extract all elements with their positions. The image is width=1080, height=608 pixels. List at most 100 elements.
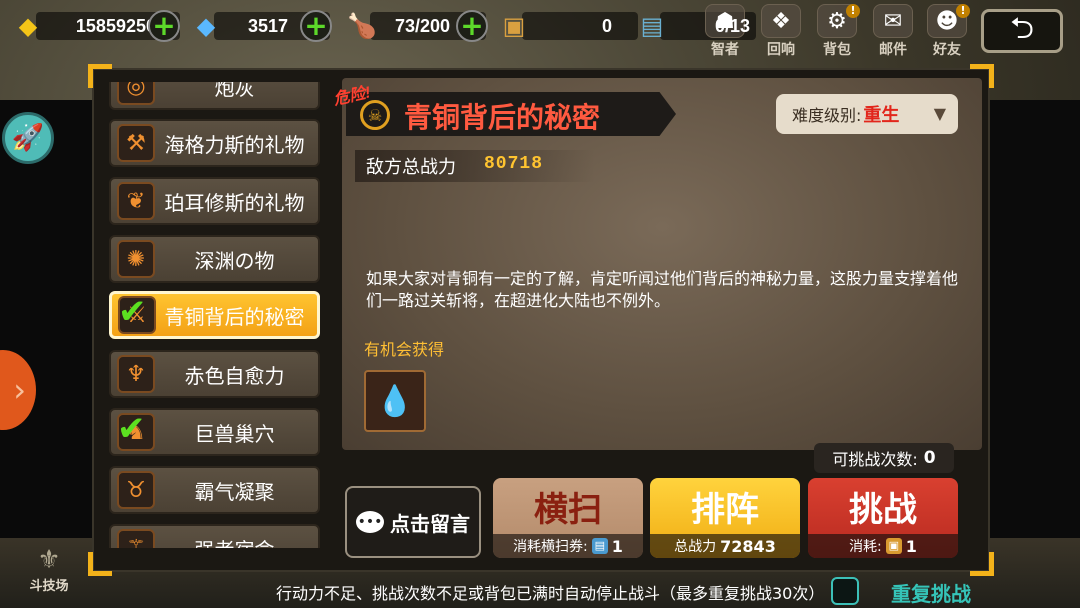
- stage-name: 深渊の物: [194, 248, 275, 273]
- difficulty-value: 重生: [863, 105, 900, 126]
- fang-icon: ♆: [117, 355, 155, 393]
- stage-name: 强者宿命: [155, 534, 318, 549]
- diamond-counter: ◆ 3517 +: [190, 6, 332, 46]
- arena-button[interactable]: ⚜ 斗技场: [14, 545, 84, 594]
- add-stamina-button[interactable]: +: [456, 10, 488, 42]
- stage-item[interactable]: ◎ 炮灰: [109, 82, 320, 110]
- target-icon: ◎: [117, 82, 155, 105]
- chevron-right-icon: ›: [13, 371, 26, 409]
- horn-icon: ♉: [117, 471, 155, 509]
- stage-description: 如果大家对青铜有一定的了解，肯定听闻过他们背后的神秘力量，这股力量支撑着他们一路…: [366, 269, 959, 310]
- attempts-value: 0: [923, 448, 936, 468]
- menu-friends[interactable]: ☻ ! 好友: [922, 4, 972, 58]
- stage-item[interactable]: ✺ 深渊の物: [109, 235, 320, 283]
- sweep-cost-value: 1: [611, 536, 623, 556]
- stage-list[interactable]: ◎ 炮灰 ⚒ 海格力斯的礼物 ❦ 珀耳修斯的礼物 ✺ 深渊の物 ⚔ ✔ 青铜背后的…: [106, 82, 326, 548]
- menu-bag[interactable]: ⚙ ! 背包: [812, 4, 862, 58]
- stage-title: 青铜背后的秘密: [404, 101, 601, 134]
- stage-name: 赤色自愈力: [184, 363, 285, 388]
- skull-icon: ☠: [360, 100, 390, 130]
- checkmark-icon: ✔: [118, 292, 147, 332]
- repeat-challenge-checkbox[interactable]: [831, 577, 859, 605]
- beast-icon: ♞ ✔: [117, 409, 155, 451]
- menu-friends-label: 好友: [933, 42, 961, 58]
- menu-echo-label: 回响: [767, 42, 795, 58]
- gold-value: 15859250: [75, 16, 156, 36]
- stage-item[interactable]: ♆ 赤色自愈力: [109, 350, 320, 398]
- stage-item[interactable]: ⚚ 强者宿命: [109, 524, 320, 548]
- sun-icon: ✺: [117, 240, 155, 278]
- diamond-value: 3517: [247, 16, 288, 36]
- stage-name: 青铜背后的秘密: [164, 304, 305, 329]
- leave-message-button[interactable]: ••• 点击留言: [345, 486, 481, 558]
- auto-stop-notice: 行动力不足、挑战次数不足或背包已满时自动停止战斗（最多重复挑战30次）: [276, 584, 825, 603]
- stage-item[interactable]: ♞ ✔ 巨兽巢穴: [109, 408, 320, 456]
- menu-sage-label: 智者: [711, 42, 739, 58]
- back-button[interactable]: ⮌: [981, 9, 1063, 53]
- reward-item[interactable]: 💧: [364, 370, 426, 432]
- bronze-icon: ⚔ ✔: [118, 292, 156, 334]
- gold-icon: ◆: [18, 12, 38, 40]
- stage-name: 巨兽巢穴: [194, 421, 275, 446]
- rocket-icon: 🚀: [11, 123, 45, 153]
- challenge-button[interactable]: 挑战 消耗: ▣ 1: [808, 478, 958, 558]
- return-arrow-icon: ⮌: [1009, 10, 1035, 46]
- ticket-counter: ▣ 0: [498, 6, 638, 46]
- ticket-value: 0: [601, 16, 612, 36]
- stage-name: 霸气凝聚: [194, 479, 275, 504]
- menu-mail-label: 邮件: [879, 42, 907, 58]
- arena-label: 斗技场: [29, 579, 69, 594]
- stage-item[interactable]: ♉ 霸气凝聚: [109, 466, 320, 514]
- stamina-value: 73/200: [394, 16, 450, 36]
- sweep-button[interactable]: 横扫 消耗横扫券: ▤ 1: [493, 478, 643, 558]
- diamond-icon: ◆: [196, 12, 216, 40]
- repeat-challenge-label[interactable]: 重复挑战: [891, 578, 971, 607]
- ticket-icon: ▣: [502, 12, 526, 40]
- add-diamond-button[interactable]: +: [300, 10, 332, 42]
- stage-item[interactable]: ❦ 珀耳修斯的礼物: [109, 177, 320, 225]
- formation-label: 排阵: [691, 489, 759, 530]
- mail-icon: ✉: [873, 4, 913, 38]
- challenge-label: 挑战: [849, 489, 917, 530]
- menu-mail[interactable]: ✉ 邮件: [868, 4, 918, 58]
- card-value: 0/13: [714, 16, 750, 36]
- stage-item-selected[interactable]: ⚔ ✔ 青铜背后的秘密: [109, 291, 320, 339]
- sweep-ticket-icon: ▤: [591, 538, 608, 554]
- sweep-label: 横扫: [534, 489, 602, 530]
- blade-icon: ⚚: [117, 529, 155, 548]
- gold-counter: ◆ 15859250 +: [12, 6, 180, 46]
- leave-message-label: 点击留言: [390, 511, 470, 536]
- stage-name: 炮灰: [214, 82, 255, 100]
- attempts-counter: 可挑战次数: 0: [814, 443, 954, 473]
- speech-bubble-icon: •••: [356, 511, 384, 533]
- crystal-icon: 💧: [376, 383, 414, 419]
- menu-bag-label: 背包: [823, 42, 851, 58]
- ticket-icon: ▣: [885, 538, 902, 554]
- difficulty-label: 难度级别:: [792, 106, 862, 125]
- attempts-label: 可挑战次数:: [832, 450, 918, 469]
- stamina-counter: 🍗 73/200 +: [346, 6, 488, 46]
- alert-badge-icon: !: [956, 4, 970, 18]
- challenge-cost-label: 消耗:: [849, 539, 882, 555]
- total-power-value: 72843: [720, 536, 776, 556]
- stage-item[interactable]: ⚒ 海格力斯的礼物: [109, 119, 320, 167]
- corner-ornament: [88, 552, 112, 576]
- reward-label: 有机会获得: [364, 340, 445, 359]
- corner-ornament: [970, 552, 994, 576]
- arena-icon: ⚜: [37, 545, 61, 575]
- challenge-cost-value: 1: [905, 536, 917, 556]
- checkmark-icon: ✔: [117, 409, 146, 449]
- formation-button[interactable]: 排阵 总战力 72843: [650, 478, 800, 558]
- echo-icon: ❖: [761, 4, 801, 38]
- add-gold-button[interactable]: +: [148, 10, 180, 42]
- enemy-power-label: 敌方总战力: [366, 157, 456, 178]
- stage-name: 珀耳修斯的礼物: [164, 190, 305, 215]
- rocket-button[interactable]: 🚀: [2, 112, 54, 164]
- difficulty-select[interactable]: 难度级别: 重生 ▼: [776, 94, 958, 134]
- total-power-label: 总战力: [674, 539, 717, 555]
- enemy-power-value: 80718: [484, 154, 544, 174]
- club-icon: ⚒: [117, 124, 155, 162]
- alert-badge-icon: !: [846, 4, 860, 18]
- sweep-cost-label: 消耗横扫券:: [513, 539, 588, 555]
- menu-echo[interactable]: ❖ 回响: [756, 4, 806, 58]
